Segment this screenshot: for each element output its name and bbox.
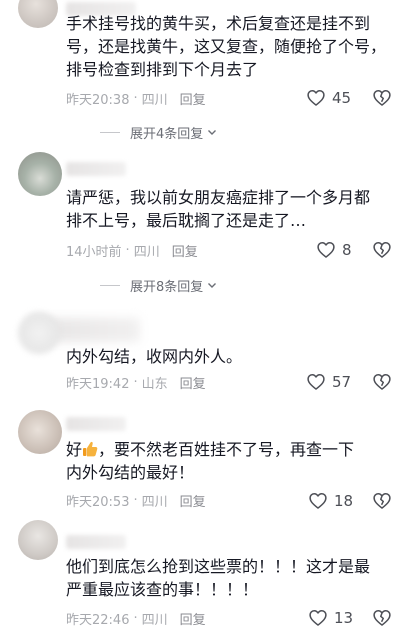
comment-location: 山东 — [141, 376, 168, 392]
heart-outline-icon — [309, 493, 327, 509]
expand-replies-label: 展开8条回复 — [130, 279, 204, 295]
like-count: 8 — [342, 241, 352, 259]
expand-replies-button[interactable]: 展开4条回复 — [100, 123, 218, 142]
comment-location: 四川 — [141, 494, 168, 510]
comment-text: 内外勾结，收网内外人。 — [66, 347, 243, 366]
comment-time: 昨天19:42 — [66, 376, 130, 392]
like-count: 13 — [334, 609, 354, 627]
comment-location: 四川 — [141, 612, 168, 628]
username-blurred[interactable] — [66, 417, 126, 431]
like-count: 18 — [334, 492, 354, 510]
reply-button[interactable]: 回复 — [180, 373, 206, 392]
like-button[interactable]: 18 — [308, 490, 353, 512]
comment-meta: 昨天20:53 · 四川 回复 — [66, 491, 206, 510]
avatar[interactable] — [18, 0, 58, 28]
broken-heart-icon[interactable] — [372, 372, 392, 392]
comment-text-prefix: 好 — [66, 440, 83, 459]
comment-time: 昨天20:53 — [66, 494, 130, 510]
chevron-down-icon — [208, 130, 217, 135]
avatar[interactable] — [18, 312, 60, 354]
broken-heart-icon[interactable] — [372, 240, 392, 260]
avatar[interactable] — [18, 152, 62, 196]
comment-meta: 14小时前 · 四川 回复 — [66, 241, 198, 260]
comment-location: 四川 — [141, 92, 168, 108]
like-count: 57 — [332, 373, 352, 391]
like-button[interactable]: 45 — [306, 87, 351, 109]
comment-text: 他们到底怎么抢到这些票的！！！这才是最 严重最应该查的事！！！！ — [66, 557, 371, 599]
comment-text: 手术挂号找的黄牛买，术后复查还是挂不到 号，还是找黄牛，这又复查，随便抢了个号，… — [66, 14, 387, 79]
broken-heart-icon[interactable] — [372, 491, 392, 511]
avatar[interactable] — [18, 410, 62, 454]
reply-button[interactable]: 回复 — [172, 241, 198, 260]
username-blurred[interactable] — [66, 535, 126, 549]
comment-text: 请严惩，我以前女朋友癌症排了一个多月都 排不上号，最后耽搁了还是走了… — [66, 188, 371, 230]
like-button[interactable]: 13 — [308, 607, 353, 629]
broken-heart-icon[interactable] — [372, 88, 392, 108]
reply-button[interactable]: 回复 — [180, 609, 206, 628]
like-count: 45 — [332, 89, 352, 107]
like-button[interactable]: 8 — [316, 239, 352, 261]
comment-time: 昨天22:46 — [66, 612, 130, 628]
comment-meta: 昨天22:46 · 四川 回复 — [66, 609, 206, 628]
username-blurred[interactable] — [66, 162, 126, 176]
comment-text-body: ，要不然老百姓挂不了号，再查一下 内外勾结的最好！ — [66, 440, 355, 482]
chevron-down-icon — [208, 283, 217, 288]
heart-outline-icon — [317, 242, 335, 258]
avatar[interactable] — [18, 520, 58, 560]
comment-time: 14小时前 — [66, 244, 122, 260]
heart-outline-icon — [307, 90, 325, 106]
thumbs-up-emoji — [82, 440, 98, 458]
comment-text: 好，要不然老百姓挂不了号，再查一下 内外勾结的最好！ — [66, 438, 396, 484]
expand-replies-button[interactable]: 展开8条回复 — [100, 276, 218, 295]
comment-time: 昨天20:38 — [66, 92, 130, 108]
comment-meta: 昨天19:42 · 山东 回复 — [66, 373, 206, 392]
like-button[interactable]: 57 — [306, 371, 351, 393]
expand-replies-label: 展开4条回复 — [130, 126, 204, 142]
comment-location: 四川 — [133, 244, 160, 260]
comment-meta: 昨天20:38 · 四川 回复 — [66, 89, 206, 108]
broken-heart-icon[interactable] — [372, 608, 392, 628]
heart-outline-icon — [307, 374, 325, 390]
reply-button[interactable]: 回复 — [180, 89, 206, 108]
heart-outline-icon — [309, 610, 327, 626]
reply-button[interactable]: 回复 — [180, 491, 206, 510]
